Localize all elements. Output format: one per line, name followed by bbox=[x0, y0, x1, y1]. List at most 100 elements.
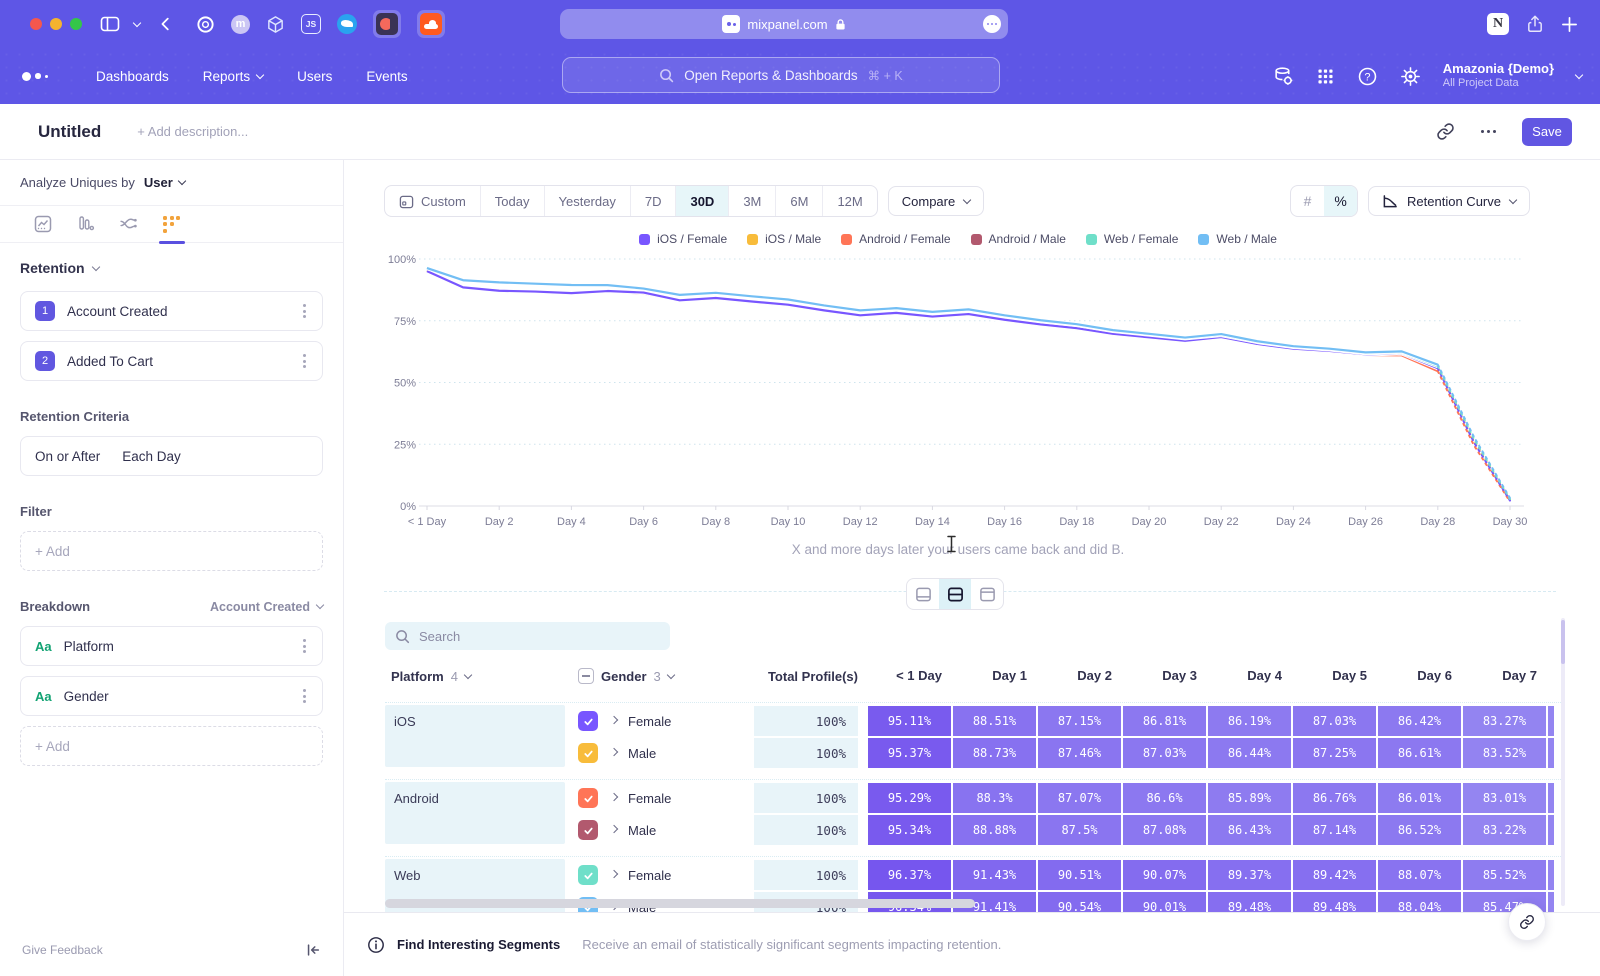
row-checkbox-checked[interactable] bbox=[578, 743, 598, 763]
row-checkbox-checked[interactable] bbox=[578, 865, 598, 885]
global-search[interactable]: Open Reports & Dashboards ⌘ + K bbox=[562, 57, 1000, 93]
retention-value-cell[interactable]: 89.42% bbox=[1293, 860, 1376, 890]
url-bar[interactable]: mixpanel.com bbox=[560, 9, 1008, 39]
layout-chart-only-icon[interactable] bbox=[907, 579, 939, 609]
retention-value-cell[interactable]: 83.01% bbox=[1463, 783, 1546, 813]
tab-flows[interactable] bbox=[107, 206, 150, 243]
select-all-checkbox-indeterminate[interactable] bbox=[578, 668, 594, 684]
extension-icon-cube[interactable] bbox=[266, 15, 285, 34]
date-range-6m[interactable]: 6M bbox=[776, 186, 823, 216]
day-column-header[interactable]: Day 6 bbox=[1381, 662, 1466, 690]
retention-value-cell[interactable]: 87.46% bbox=[1038, 738, 1121, 768]
more-options-icon[interactable] bbox=[1481, 130, 1496, 133]
format-number-toggle[interactable]: # bbox=[1291, 186, 1324, 216]
retention-criteria-card[interactable]: On or After Each Day bbox=[20, 436, 323, 476]
legend-item[interactable]: Android / Male bbox=[971, 232, 1066, 246]
date-range-custom[interactable]: Custom bbox=[385, 186, 481, 216]
date-range-yesterday[interactable]: Yesterday bbox=[545, 186, 631, 216]
site-options-icon[interactable] bbox=[983, 15, 1001, 33]
retention-value-cell[interactable]: 95.29% bbox=[868, 783, 951, 813]
retention-section-header[interactable]: Retention bbox=[20, 260, 323, 276]
sidebar-toggle-icon[interactable] bbox=[100, 15, 120, 33]
find-segments-link[interactable]: Find Interesting Segments bbox=[397, 937, 560, 952]
gender-column-header[interactable]: Gender 3 bbox=[578, 662, 674, 690]
report-title[interactable]: Untitled bbox=[38, 122, 101, 142]
expand-row-chevron-icon[interactable] bbox=[610, 824, 618, 832]
date-range-today[interactable]: Today bbox=[481, 186, 545, 216]
retention-value-cell[interactable]: 90.51% bbox=[1038, 860, 1121, 890]
retention-value-cell[interactable]: 86.44% bbox=[1208, 738, 1291, 768]
collapse-sidebar-icon[interactable] bbox=[305, 942, 321, 958]
expand-row-chevron-icon[interactable] bbox=[610, 869, 618, 877]
retention-value-cell[interactable]: 87.14% bbox=[1293, 815, 1376, 845]
total-profiles-column-header[interactable]: Total Profile(s) bbox=[765, 662, 869, 690]
vertical-scrollbar-thumb[interactable] bbox=[1561, 620, 1565, 664]
retention-value-cell[interactable]: 91.43% bbox=[953, 860, 1036, 890]
retention-value-cell[interactable]: 86.43% bbox=[1208, 815, 1291, 845]
retention-value-cell[interactable]: 87.15% bbox=[1038, 706, 1121, 736]
breakdown-card-platform[interactable]: Aa Platform bbox=[20, 626, 323, 666]
retention-value-cell[interactable]: 87.07% bbox=[1038, 783, 1121, 813]
criteria-operator[interactable]: On or After bbox=[35, 449, 100, 464]
kebab-menu-icon[interactable] bbox=[299, 350, 310, 372]
legend-item[interactable]: iOS / Female bbox=[639, 232, 727, 246]
legend-item[interactable]: iOS / Male bbox=[747, 232, 821, 246]
retention-value-cell[interactable]: 87.25% bbox=[1293, 738, 1376, 768]
extension-icon-bird[interactable] bbox=[337, 14, 357, 34]
breakdown-card-gender[interactable]: Aa Gender bbox=[20, 676, 323, 716]
retention-value-cell[interactable]: 85.52% bbox=[1463, 860, 1546, 890]
zoom-window-button[interactable] bbox=[70, 18, 82, 30]
expand-row-chevron-icon[interactable] bbox=[610, 715, 618, 723]
row-checkbox-checked[interactable] bbox=[578, 820, 598, 840]
nav-reports[interactable]: Reports bbox=[203, 69, 263, 84]
day-column-header[interactable]: Day 5 bbox=[1296, 662, 1381, 690]
extension-icon-soundcloud[interactable] bbox=[417, 10, 445, 38]
legend-item[interactable]: Android / Female bbox=[841, 232, 950, 246]
retention-value-cell[interactable]: 86.6% bbox=[1123, 783, 1206, 813]
tab-retention[interactable] bbox=[150, 206, 193, 243]
retention-value-cell[interactable]: 86.01% bbox=[1378, 783, 1461, 813]
retention-value-cell[interactable]: 83.22% bbox=[1463, 815, 1546, 845]
close-window-button[interactable] bbox=[30, 18, 42, 30]
retention-value-cell[interactable]: 86.76% bbox=[1293, 783, 1376, 813]
project-switcher[interactable]: Amazonia {Demo} All Project Data bbox=[1443, 61, 1554, 91]
extension-icon-js[interactable]: JS bbox=[301, 14, 321, 34]
analyze-value[interactable]: User bbox=[144, 175, 173, 190]
extension-icon-target[interactable] bbox=[196, 15, 215, 34]
retention-value-cell[interactable]: 88.51% bbox=[953, 706, 1036, 736]
kebab-menu-icon[interactable] bbox=[299, 685, 310, 707]
retention-value-cell[interactable]: 87.03% bbox=[1123, 738, 1206, 768]
retention-value-cell[interactable]: 87.08% bbox=[1123, 815, 1206, 845]
horizontal-scrollbar[interactable] bbox=[385, 899, 975, 908]
breakdown-scope-selector[interactable]: Account Created bbox=[210, 600, 323, 614]
retention-value-cell[interactable]: 83.27% bbox=[1463, 706, 1546, 736]
retention-value-cell[interactable]: 88.3% bbox=[953, 783, 1036, 813]
retention-value-cell[interactable]: 95.37% bbox=[868, 738, 951, 768]
date-range-30d[interactable]: 30D bbox=[676, 186, 729, 216]
date-range-7d[interactable]: 7D bbox=[631, 186, 677, 216]
apps-grid-icon[interactable] bbox=[1316, 67, 1335, 86]
share-icon[interactable] bbox=[1525, 14, 1545, 34]
add-filter-button[interactable]: + Add bbox=[20, 531, 323, 571]
add-breakdown-button[interactable]: + Add bbox=[20, 726, 323, 766]
row-checkbox-checked[interactable] bbox=[578, 711, 598, 731]
help-icon[interactable]: ? bbox=[1357, 66, 1378, 87]
tab-insights[interactable] bbox=[21, 206, 64, 243]
minimize-window-button[interactable] bbox=[50, 18, 62, 30]
nav-users[interactable]: Users bbox=[297, 69, 332, 84]
table-search-input[interactable]: Search bbox=[385, 622, 670, 650]
notion-extension-icon[interactable]: N bbox=[1487, 13, 1509, 35]
report-description-placeholder[interactable]: + Add description... bbox=[137, 124, 248, 139]
retention-value-cell[interactable]: 87.5% bbox=[1038, 815, 1121, 845]
retention-value-cell[interactable]: 88.73% bbox=[953, 738, 1036, 768]
format-percent-toggle[interactable]: % bbox=[1324, 186, 1357, 216]
retention-value-cell[interactable]: 96.37% bbox=[868, 860, 951, 890]
day-column-header[interactable]: Day 4 bbox=[1211, 662, 1296, 690]
settings-gear-icon[interactable] bbox=[1400, 66, 1421, 87]
retention-value-cell[interactable]: 88.07% bbox=[1378, 860, 1461, 890]
day-column-header[interactable]: Day 3 bbox=[1126, 662, 1211, 690]
retention-value-cell[interactable]: 83.52% bbox=[1463, 738, 1546, 768]
retention-line-chart[interactable]: 100%75%50%25%0%< 1 DayDay 2Day 4Day 6Day… bbox=[388, 252, 1528, 542]
platform-column-header[interactable]: Platform 4 bbox=[391, 662, 471, 690]
extension-icon-m[interactable]: m bbox=[231, 15, 250, 34]
